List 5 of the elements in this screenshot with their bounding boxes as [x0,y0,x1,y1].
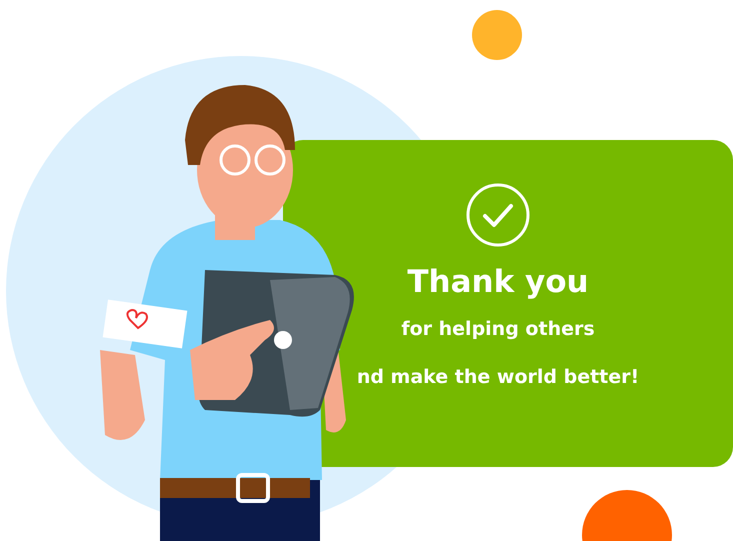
card-message: nd make the world better! [356,366,640,388]
decorative-dot [472,10,522,60]
card-title: Thank you [407,264,589,300]
card-message: for helping others [401,318,595,340]
check-circle-icon [465,182,531,248]
